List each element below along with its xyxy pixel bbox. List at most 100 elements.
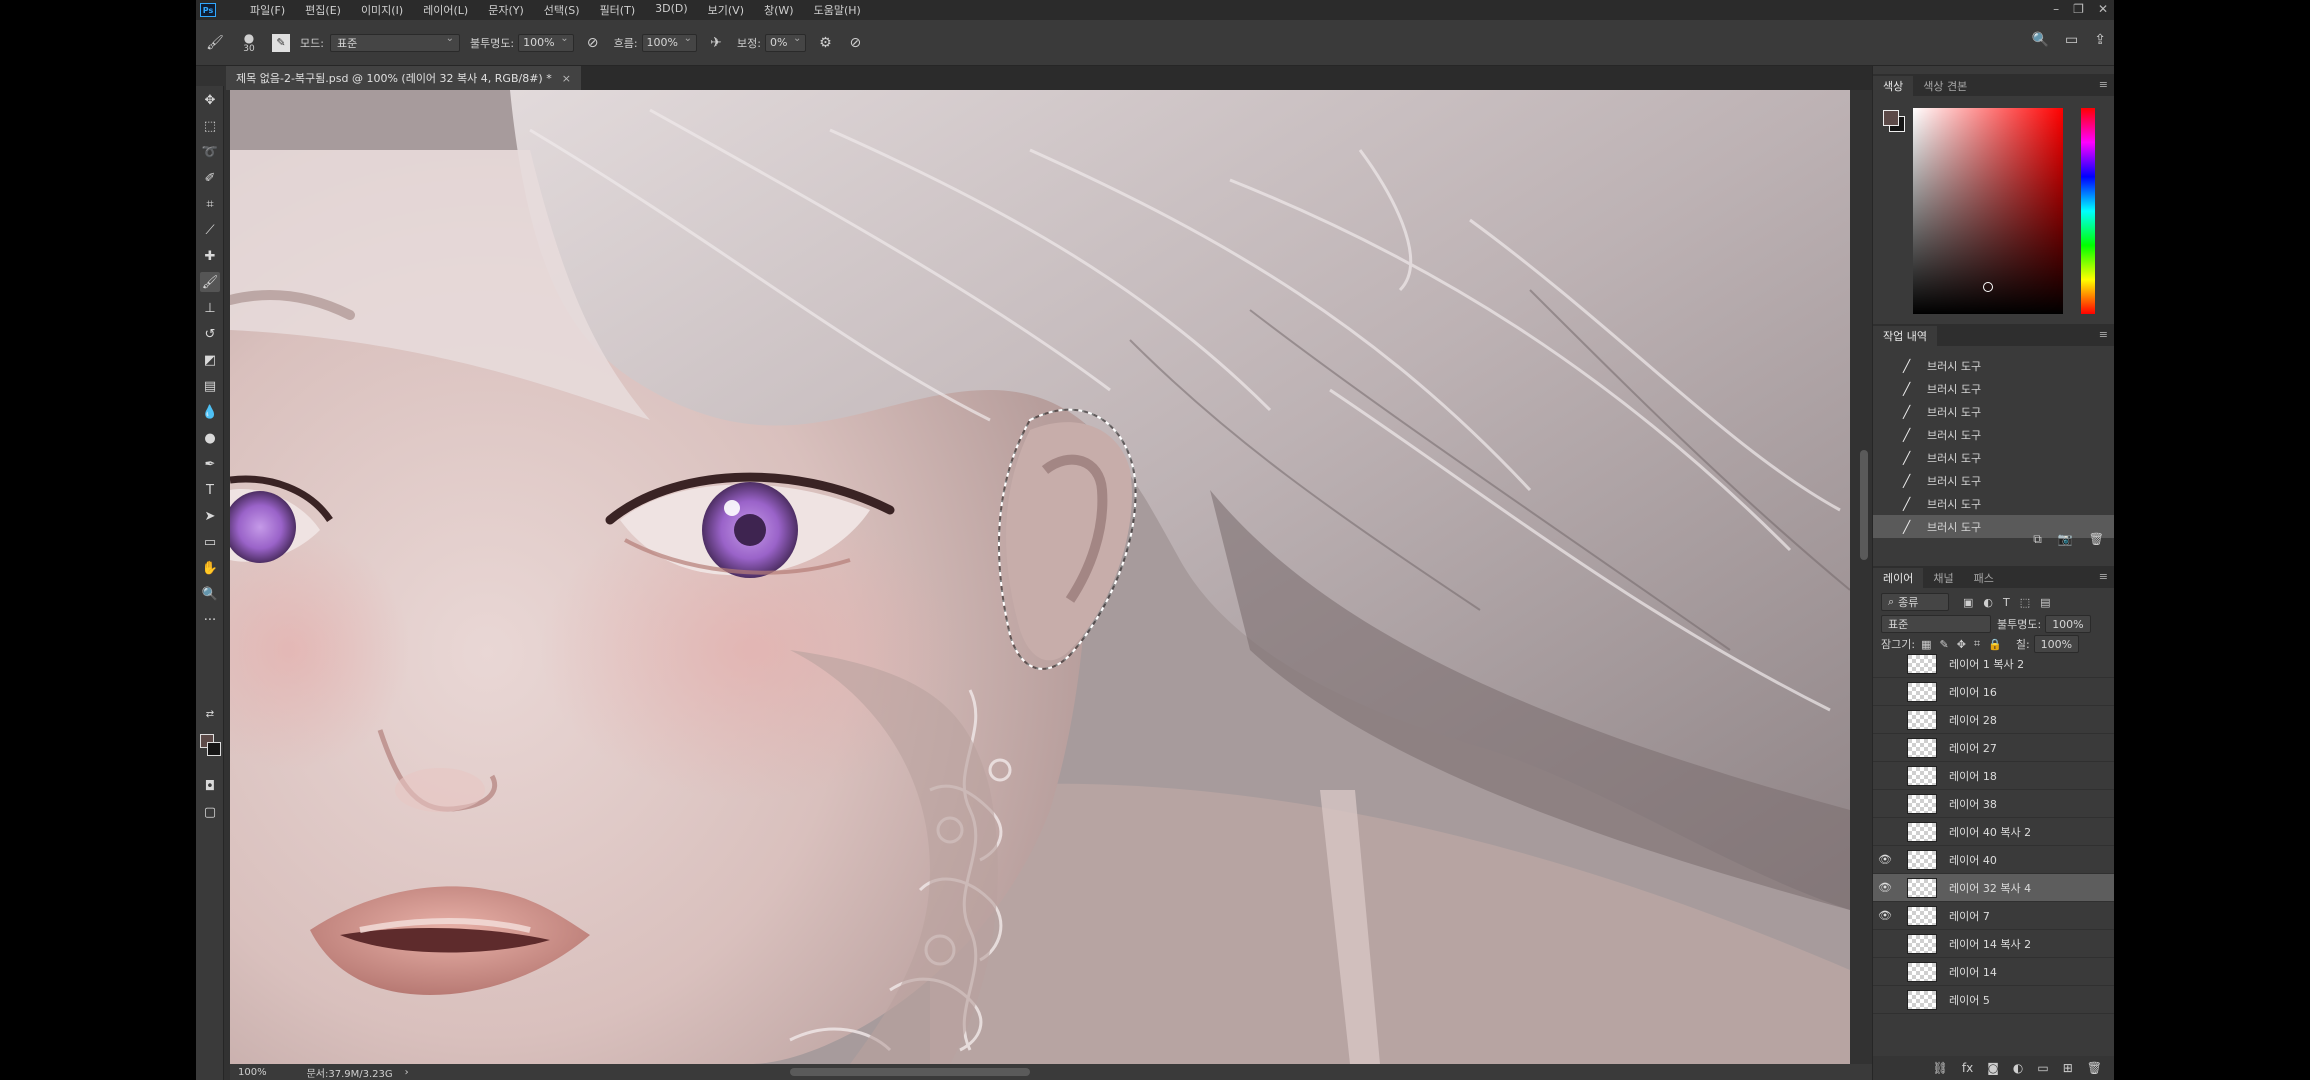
filter-adjust-icon[interactable]: ◐ [1983,596,1993,609]
history-item[interactable]: ╱ 브러시 도구 [1873,492,2114,515]
tab-history[interactable]: 작업 내역 [1873,326,1937,346]
layer-row[interactable]: 👁 레이어 7 [1873,902,2114,930]
brush-settings-icon[interactable]: ✎ [272,33,290,52]
lock-artboard-icon[interactable]: ⌗ [1974,637,1980,651]
blend-mode-select[interactable]: 표준 [1881,615,1991,633]
layer-filter-select[interactable]: ⌕ 종류 [1881,593,1949,611]
healing-tool-icon[interactable]: ✚ [200,246,220,266]
layer-row[interactable]: 레이어 16 [1873,678,2114,706]
workspace-icon[interactable]: ▭ [2065,32,2078,48]
link-layers-icon[interactable]: ⛓ [1933,1061,1948,1075]
eyedropper-tool-icon[interactable]: ⟋ [200,220,220,240]
vertical-scroll-thumb[interactable] [1860,450,1868,560]
share-icon[interactable]: ⇪ [2094,32,2106,48]
pressure-opacity-icon[interactable]: ⊘ [582,32,604,54]
menu-window[interactable]: 창(W) [754,2,804,18]
lasso-tool-icon[interactable]: ➰ [200,142,220,162]
layers-menu-icon[interactable]: ≡ [2099,570,2108,583]
menu-file[interactable]: 파일(F) [240,2,295,18]
stamp-tool-icon[interactable]: ⊥ [200,298,220,318]
hue-slider[interactable] [2081,108,2095,314]
layer-row[interactable]: 레이어 14 복사 2 [1873,930,2114,958]
menu-layer[interactable]: 레이어(L) [413,2,478,18]
tab-color[interactable]: 색상 [1873,76,1914,96]
shape-tool-icon[interactable]: ▭ [200,532,220,552]
color-swatches[interactable] [200,734,222,760]
panel-menu-icon[interactable]: ≡ [2099,78,2108,91]
tab-paths[interactable]: 패스 [1964,568,2004,588]
mode-select[interactable]: 표준 [329,33,460,52]
snapshot-camera-icon[interactable]: 📷 [2058,532,2073,547]
path-select-tool-icon[interactable]: ➤ [200,506,220,526]
add-mask-icon[interactable]: ◙ [1987,1061,1999,1075]
brush-size-picker[interactable]: ● 30 [234,32,264,54]
menu-view[interactable]: 보기(V) [698,2,754,18]
opacity-input[interactable]: 100% [518,33,574,52]
layer-opacity-input[interactable]: 100% [2045,615,2091,633]
visibility-eye-icon[interactable]: 👁 [1873,881,1897,894]
color-picker-cursor[interactable] [1983,282,1993,292]
brush-preset-icon[interactable]: 🖌 [204,32,226,54]
layer-row[interactable]: 👁 레이어 32 복사 4 [1873,874,2114,902]
airbrush-icon[interactable]: ✈ [705,32,727,54]
screen-mode-icon[interactable]: ▢ [200,802,220,822]
layer-row[interactable]: 레이어 28 [1873,706,2114,734]
status-menu-icon[interactable]: › [405,1067,409,1078]
filter-smart-icon[interactable]: ▤ [2040,596,2050,609]
eraser-tool-icon[interactable]: ◩ [200,350,220,370]
history-item[interactable]: ╱ 브러시 도구 [1873,377,2114,400]
hand-tool-icon[interactable]: ✋ [200,558,220,578]
new-layer-icon[interactable]: ⊞ [2063,1061,2073,1075]
layer-row[interactable]: 레이어 14 [1873,958,2114,986]
brush-tool-icon[interactable]: 🖌 [200,272,220,292]
history-item[interactable]: ╱ 브러시 도구 [1873,423,2114,446]
visibility-eye-icon[interactable]: 👁 [1873,853,1897,866]
menu-image[interactable]: 이미지(I) [351,2,413,18]
quick-mask-icon[interactable]: ◘ [200,776,220,796]
more-tools-icon[interactable]: ··· [200,610,220,630]
layer-row[interactable]: 레이어 27 [1873,734,2114,762]
search-icon[interactable]: 🔍 [2032,32,2049,48]
menu-filter[interactable]: 필터(T) [590,2,646,18]
crop-tool-icon[interactable]: ⌗ [200,194,220,214]
panel-foreground-swatch[interactable] [1883,110,1899,126]
menu-type[interactable]: 문자(Y) [478,2,534,18]
pen-tool-icon[interactable]: ✒ [200,454,220,474]
filter-type-icon[interactable]: T [2003,596,2010,609]
gradient-tool-icon[interactable]: ▤ [200,376,220,396]
filter-shape-icon[interactable]: ⬚ [2020,596,2030,609]
document-close-button[interactable]: × [562,72,571,85]
color-picker-field[interactable] [1913,108,2063,314]
menu-select[interactable]: 선택(S) [534,2,590,18]
history-item[interactable]: ╱ 브러시 도구 [1873,400,2114,423]
layer-row[interactable]: 레이어 1 복사 2 [1873,650,2114,678]
move-tool-icon[interactable]: ✥ [200,90,220,110]
lock-position-icon[interactable]: ✥ [1957,638,1966,651]
marquee-tool-icon[interactable]: ⬚ [200,116,220,136]
layer-row[interactable]: 레이어 40 복사 2 [1873,818,2114,846]
zoom-tool-icon[interactable]: 🔍 [200,584,220,604]
lock-paint-icon[interactable]: ✎ [1939,638,1948,651]
canvas[interactable] [230,90,1850,1064]
restore-icon[interactable]: ❐ [2073,2,2084,16]
smoothing-settings-icon[interactable]: ⚙ [814,32,836,54]
layer-style-icon[interactable]: fx [1962,1061,1973,1075]
smoothing-input[interactable]: 0% [764,33,807,52]
history-brush-tool-icon[interactable]: ↺ [200,324,220,344]
menu-help[interactable]: 도움말(H) [804,2,871,18]
history-item[interactable]: ╱ 브러시 도구 [1873,354,2114,377]
dodge-tool-icon[interactable]: ● [200,428,220,448]
quick-select-tool-icon[interactable]: ✐ [200,168,220,188]
blur-tool-icon[interactable]: 💧 [200,402,220,422]
trash-icon[interactable]: 🗑 [2089,532,2104,547]
document-tab[interactable]: 제목 없음-2-복구됨.psd @ 100% (레이어 32 복사 4, RGB… [226,66,581,90]
history-item[interactable]: ╱ 브러시 도구 [1873,446,2114,469]
flow-input[interactable]: 100% [641,33,697,52]
close-icon[interactable]: ✕ [2098,2,2108,16]
history-menu-icon[interactable]: ≡ [2099,328,2108,341]
minimize-icon[interactable]: – [2053,2,2059,16]
new-document-from-state-icon[interactable]: ⧉ [2033,532,2042,547]
type-tool-icon[interactable]: T [200,480,220,500]
swap-colors-icon[interactable]: ⇄ [200,704,220,724]
menu-3d[interactable]: 3D(D) [645,2,698,18]
